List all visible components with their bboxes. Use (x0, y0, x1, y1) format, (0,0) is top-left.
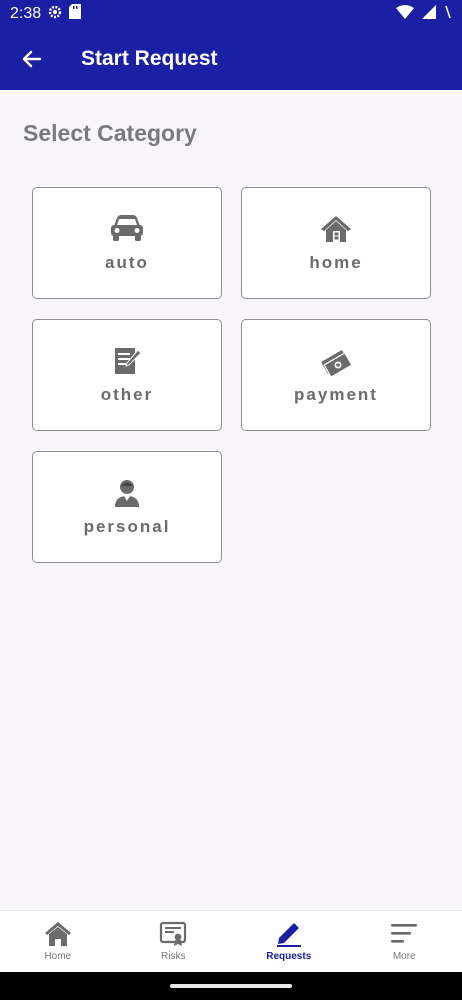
house-icon (318, 213, 354, 245)
status-time: 2:38 (10, 5, 42, 22)
category-card-auto[interactable]: auto (32, 187, 222, 299)
nav-label: Risks (161, 951, 186, 962)
menu-icon (391, 924, 418, 943)
signal-icon (422, 4, 436, 24)
page-title: Start Request (81, 47, 218, 70)
category-grid: auto home other payment personal (32, 187, 431, 563)
certificate-icon (160, 921, 187, 946)
sd-card-icon (69, 4, 82, 24)
bottom-nav: Home Risks Requests More (0, 910, 462, 972)
category-label: personal (83, 517, 171, 536)
nav-item-more[interactable]: More (347, 911, 462, 972)
nav-item-risks[interactable]: Risks (116, 911, 232, 972)
category-label: payment (294, 385, 378, 404)
section-title: Select Category (23, 120, 197, 146)
category-card-personal[interactable]: personal (32, 451, 222, 563)
pen-icon (276, 923, 301, 947)
nav-item-requests[interactable]: Requests (231, 911, 347, 972)
category-label: home (309, 253, 363, 272)
person-icon (109, 477, 145, 509)
app-bar: Start Request (0, 28, 462, 90)
category-label: other (100, 385, 154, 404)
car-icon (109, 213, 145, 245)
nav-label: More (392, 951, 416, 962)
nav-label: Home (44, 951, 72, 962)
wifi-icon (396, 4, 414, 24)
battery-icon (444, 5, 452, 24)
money-icon (318, 345, 354, 377)
category-card-other[interactable]: other (32, 319, 222, 431)
home-gesture-handle[interactable] (170, 984, 292, 988)
status-bar: 2:38 (0, 0, 462, 28)
category-card-home[interactable]: home (241, 187, 431, 299)
arrow-left-icon (22, 50, 42, 68)
back-button[interactable] (0, 28, 64, 90)
category-label: auto (105, 253, 149, 272)
home-icon (44, 922, 71, 946)
settings-gear-icon (47, 4, 63, 25)
note-icon (109, 345, 145, 377)
nav-item-home[interactable]: Home (0, 911, 116, 972)
nav-label: Requests (266, 951, 312, 962)
category-card-payment[interactable]: payment (241, 319, 431, 431)
system-gesture-area (0, 972, 462, 1000)
